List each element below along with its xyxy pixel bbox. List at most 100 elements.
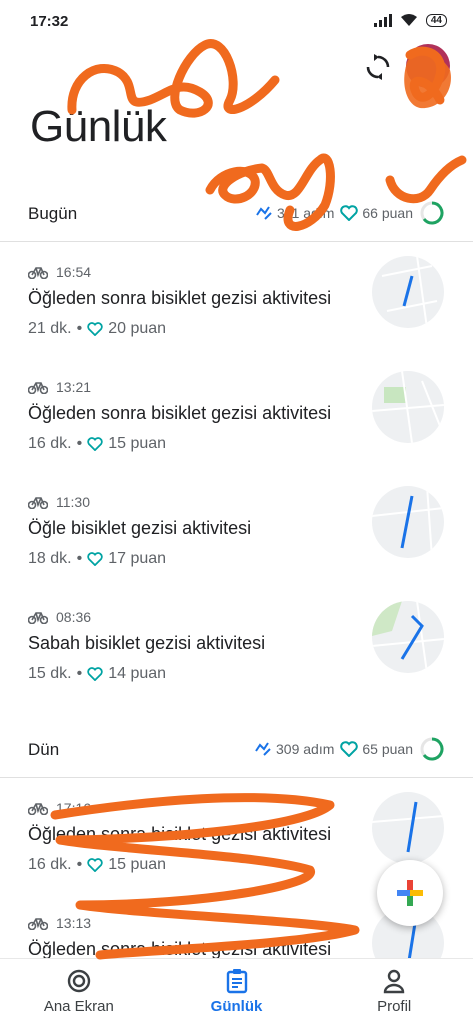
nav-item-journal[interactable]: Günlük [158,959,316,1024]
home-ring-icon [67,969,91,993]
route-map-thumbnail [372,601,444,673]
route-map-thumbnail [372,792,444,864]
bike-icon [28,918,48,930]
goal-ring-icon [420,737,444,761]
activity-time: 08:36 [56,609,92,625]
bike-icon [28,267,48,279]
goal-ring-icon [420,201,444,225]
battery-icon: 44 [425,13,447,27]
activity-duration: 15 dk. [28,665,72,682]
activity-item[interactable]: 13:21 Öğleden sonra bisiklet gezisi akti… [0,371,473,489]
day-label: Dün [28,740,60,759]
activity-title: Öğleden sonra bisiklet gezisi aktivitesi [28,288,332,308]
activity-time-row: 11:30 [28,494,90,510]
heart-points-icon [87,322,103,336]
meta-separator: • [76,435,83,452]
heart-points-icon [87,858,103,872]
activity-meta: 16 dk. • 15 puan [28,856,166,874]
activity-title: Sabah bisiklet gezisi aktivitesi [28,633,266,653]
activity-points: 14 puan [108,665,167,682]
activity-duration: 18 dk. [28,550,72,567]
add-activity-button[interactable] [377,860,443,926]
activity-item[interactable]: 16:54 Öğleden sonra bisiklet gezisi akti… [0,256,473,374]
activity-time-row: 17:16 [28,800,91,816]
bike-icon [28,612,48,624]
day-label: Bugün [28,204,78,223]
avatar[interactable] [406,44,450,88]
activity-time-row: 13:21 [28,379,91,395]
bike-icon [28,803,48,815]
journal-icon [226,969,247,994]
activity-time-row: 13:13 [28,915,91,931]
activity-time: 11:30 [56,494,90,510]
activity-duration: 16 dk. [28,856,72,873]
heart-points-icon [87,667,103,681]
steps-icon [255,742,271,756]
signal-icon [373,13,392,27]
bike-icon [28,497,48,509]
activity-meta: 15 dk. • 14 puan [28,665,166,683]
status-bar: 17:32 44 [0,0,473,44]
activity-points: 20 puan [108,320,167,337]
meta-separator: • [76,550,83,567]
activity-time: 13:21 [56,379,92,395]
points-value: 66 puan [362,205,413,221]
sync-icon[interactable] [363,52,393,82]
nav-label: Ana Ekran [43,998,114,1015]
points-value: 65 puan [362,741,413,757]
activity-time: 16:54 [56,264,92,280]
activity-meta: 18 dk. • 17 puan [28,550,166,568]
divider [0,777,473,778]
activity-title: Öğle bisiklet gezisi aktivitesi [28,518,252,538]
points-stat: 65 puan [340,741,413,757]
heart-points-icon [87,437,103,451]
activity-meta: 21 dk. • 20 puan [28,320,166,338]
heart-points-icon [340,205,359,221]
route-map-thumbnail [372,486,444,558]
activity-title: Öğleden sonra bisiklet gezisi aktivitesi [28,403,332,423]
activity-time-row: 08:36 [28,609,91,625]
heart-points-icon [87,552,103,566]
activity-time: 17:16 [56,800,92,816]
steps-value: 311 adım [277,205,335,221]
route-map-thumbnail [372,256,444,328]
day-stats: 311 adım 66 puan [255,200,445,226]
steps-icon [256,206,272,220]
nav-label: Günlük [210,998,263,1015]
activity-points: 15 puan [108,856,167,873]
activity-duration: 21 dk. [28,320,72,337]
points-stat: 66 puan [340,205,413,221]
wifi-icon [400,14,417,26]
status-time: 17:32 [30,13,69,30]
day-stats: 309 adım 65 puan [254,736,445,762]
bottom-navigation: Ana Ekran Günlük Profil [0,958,473,1024]
meta-separator: • [76,665,83,682]
nav-item-home[interactable]: Ana Ekran [0,959,158,1024]
activity-points: 17 puan [108,550,167,567]
steps-value: 309 adım [276,741,335,757]
route-map-thumbnail [372,371,444,443]
day-header-today: Bugün 311 adım 66 puan [0,194,473,234]
nav-label: Profil [377,998,412,1015]
meta-separator: • [76,320,83,337]
steps-stat: 309 adım [254,741,334,757]
activity-time-row: 16:54 [28,264,91,280]
divider [0,241,473,242]
activity-time: 13:13 [56,915,92,931]
activity-title: Öğleden sonra bisiklet gezisi aktivitesi [28,939,332,959]
person-icon [383,969,405,994]
activity-item[interactable]: 08:36 Sabah bisiklet gezisi aktivitesi 1… [0,601,473,719]
plus-icon [397,880,423,906]
day-header-yesterday: Dün 309 adım 65 puan [0,730,473,770]
heart-points-icon [340,741,359,757]
activity-title: Öğleden sonra bisiklet gezisi aktivitesi [28,824,332,844]
activity-item[interactable]: 11:30 Öğle bisiklet gezisi aktivitesi 18… [0,486,473,604]
activity-meta: 16 dk. • 15 puan [28,435,166,453]
meta-separator: • [76,856,83,873]
status-icons: 44 [373,13,447,27]
page-title: Günlük [30,102,167,151]
steps-stat: 311 adım [255,205,334,221]
activity-duration: 16 dk. [28,435,72,452]
nav-item-profile[interactable]: Profil [315,959,473,1024]
bike-icon [28,382,48,394]
